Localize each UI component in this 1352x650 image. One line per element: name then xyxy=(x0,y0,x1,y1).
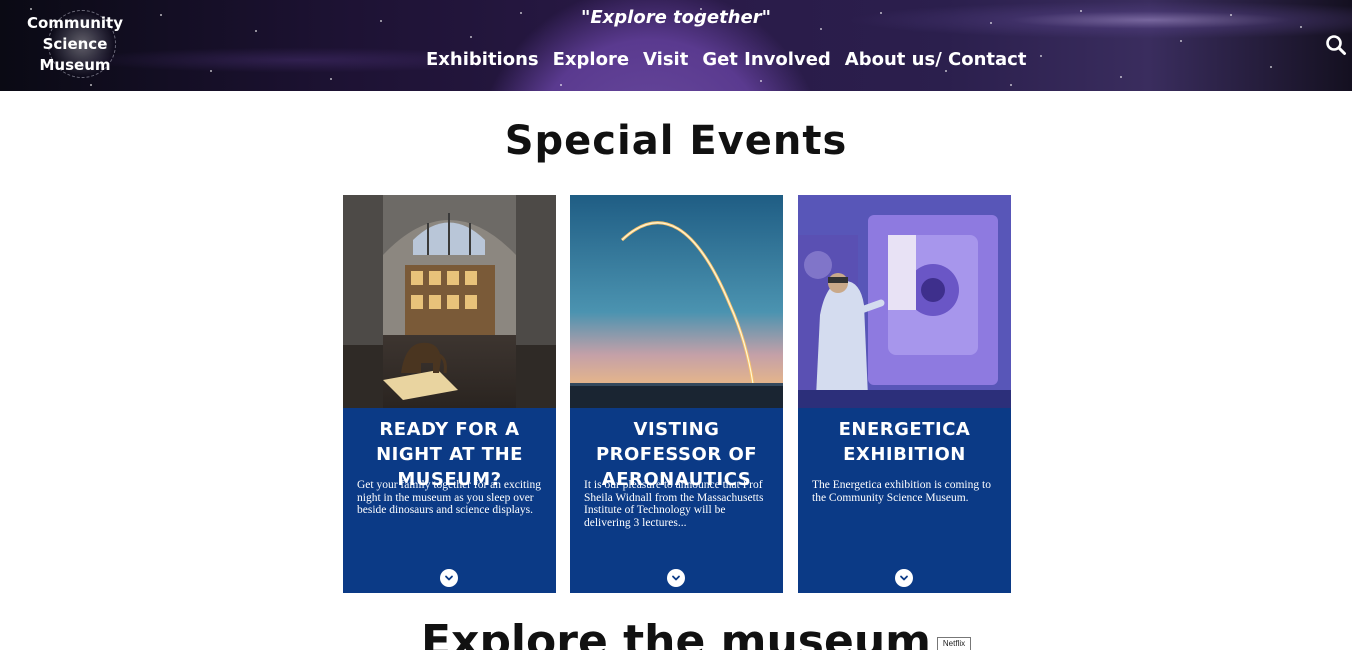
scientist-machine-image xyxy=(798,195,1011,408)
event-card-visiting-professor[interactable]: VISTING PROFESSOR OF AERONAUTICS It is o… xyxy=(570,195,783,593)
nav-about-contact[interactable]: About us/ Contact xyxy=(845,47,1027,73)
chevron-down-icon xyxy=(445,575,453,581)
expand-button[interactable] xyxy=(895,569,913,587)
rocket-launch-image xyxy=(570,195,783,408)
card-description: The Energetica exhibition is coming to t… xyxy=(812,479,991,504)
nav-explore[interactable]: Explore xyxy=(553,47,629,73)
event-card-night-at-museum[interactable]: READY FOR A NIGHT AT THE MUSEUM? Get you… xyxy=(343,195,556,593)
nav-get-involved[interactable]: Get Involved xyxy=(702,47,830,73)
search-icon xyxy=(1326,35,1346,55)
section-title-explore-museum: Explore the museum xyxy=(421,616,931,650)
site-header: Community Science Museum "Explore togeth… xyxy=(0,0,1352,91)
card-description: Get your family together for an exciting… xyxy=(357,479,541,517)
section-title-special-events: Special Events xyxy=(504,118,848,164)
main-navigation: Exhibitions Explore Visit Get Involved A… xyxy=(426,47,1026,73)
expand-button[interactable] xyxy=(667,569,685,587)
card-title: ENERGETICA EXHIBITION xyxy=(838,419,971,465)
chevron-down-icon xyxy=(900,575,908,581)
netflix-badge[interactable]: Netflix xyxy=(937,637,971,650)
event-card-energetica[interactable]: ENERGETICA EXHIBITION The Energetica exh… xyxy=(798,195,1011,593)
site-tagline: "Explore together" xyxy=(580,7,771,28)
nav-visit[interactable]: Visit xyxy=(643,47,688,73)
nav-exhibitions[interactable]: Exhibitions xyxy=(426,47,539,73)
chevron-down-icon xyxy=(672,575,680,581)
museum-rotunda-image xyxy=(343,195,556,408)
expand-button[interactable] xyxy=(440,569,458,587)
search-button[interactable] xyxy=(1325,34,1347,56)
card-description: It is our pleasure to announce that Prof… xyxy=(584,479,764,529)
